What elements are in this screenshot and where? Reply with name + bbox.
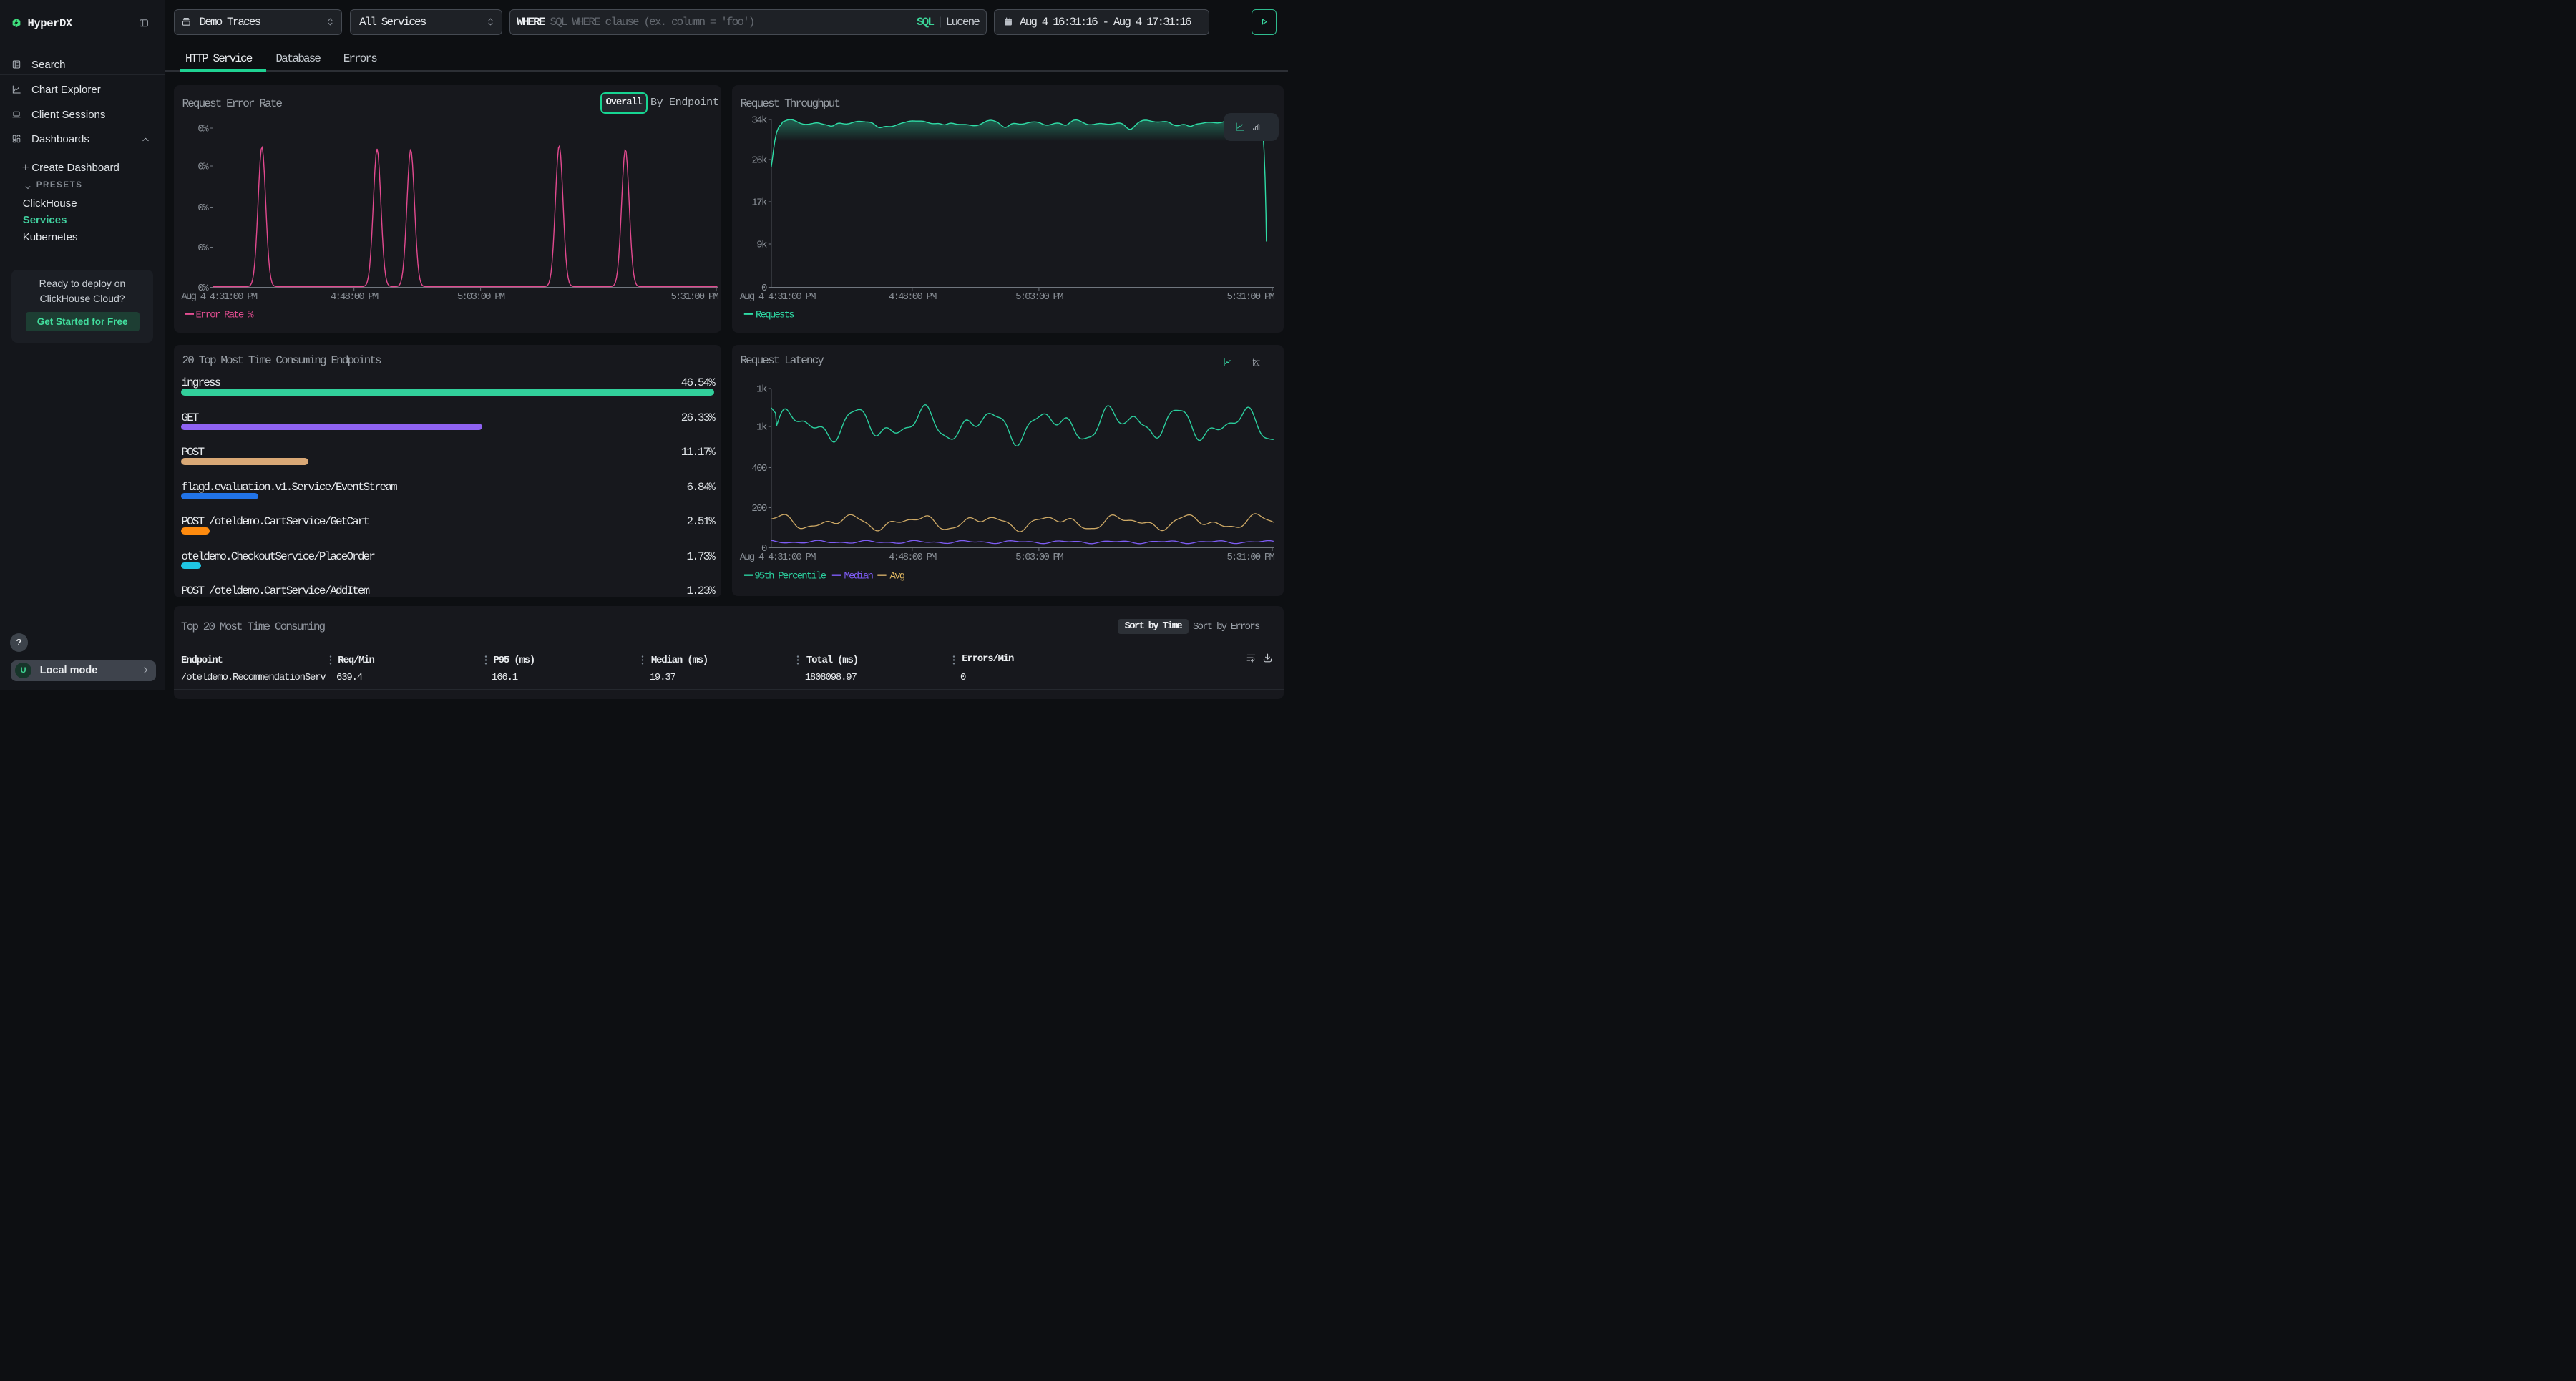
svg-text:1k: 1k [756,384,767,396]
svg-text:0%: 0% [197,202,209,214]
svg-text:0%: 0% [197,161,209,172]
svg-text:4:48:00 PM: 4:48:00 PM [889,552,937,563]
svg-text:5:31:00 PM: 5:31:00 PM [1226,291,1274,303]
svg-text:Avg: Avg [889,571,904,582]
svg-text:5:03:00 PM: 5:03:00 PM [1015,291,1063,303]
svg-text:200: 200 [751,503,767,514]
svg-text:Requests: Requests [756,309,794,321]
svg-text:Aug 4 4:31:00 PM: Aug 4 4:31:00 PM [739,552,815,563]
svg-text:Aug 4 4:31:00 PM: Aug 4 4:31:00 PM [182,291,258,303]
svg-text:4:48:00 PM: 4:48:00 PM [889,291,937,303]
svg-text:Median: Median [844,571,873,582]
svg-text:5:03:00 PM: 5:03:00 PM [1015,552,1063,563]
svg-text:Error Rate %: Error Rate % [196,309,255,321]
svg-text:5:31:00 PM: 5:31:00 PM [670,291,718,303]
svg-text:5:31:00 PM: 5:31:00 PM [1226,552,1274,563]
svg-text:400: 400 [751,463,767,474]
svg-text:4:48:00 PM: 4:48:00 PM [331,291,379,303]
svg-text:1k: 1k [756,422,767,434]
svg-text:26k: 26k [751,155,767,166]
svg-text:0%: 0% [197,243,209,254]
svg-text:Aug 4 4:31:00 PM: Aug 4 4:31:00 PM [739,291,815,303]
svg-text:0%: 0% [197,123,209,135]
svg-text:9k: 9k [756,239,767,250]
svg-text:17k: 17k [751,197,767,208]
svg-text:34k: 34k [751,114,767,126]
svg-text:95th Percentile: 95th Percentile [754,571,826,582]
svg-text:5:03:00 PM: 5:03:00 PM [457,291,505,303]
